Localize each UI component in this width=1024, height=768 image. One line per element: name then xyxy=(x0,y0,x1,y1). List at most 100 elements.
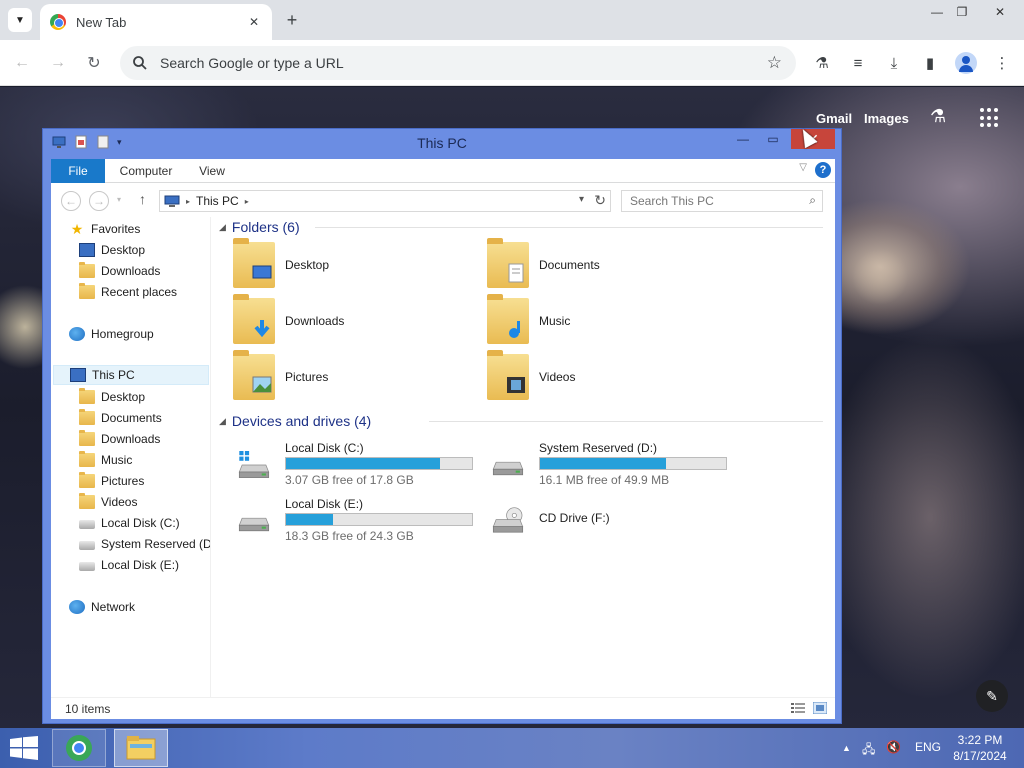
images-link[interactable]: Images xyxy=(864,111,909,126)
show-hidden-icons[interactable]: ▲ xyxy=(842,743,851,753)
network-tray-icon[interactable]: 🖧 xyxy=(862,740,875,761)
close-tab-button[interactable]: ✕ xyxy=(246,14,262,30)
download-icon[interactable]: ⤓ xyxy=(882,51,906,75)
search-icon xyxy=(133,56,147,70)
nav-pc-downloads[interactable]: Downloads xyxy=(79,429,160,449)
chrome-icon xyxy=(50,14,66,30)
labs-flask-icon[interactable]: ⚗ xyxy=(810,51,834,75)
folder-tile-downloads[interactable]: Downloads xyxy=(233,294,344,347)
nav-pc-pictures[interactable]: Pictures xyxy=(79,471,144,491)
nav-pc-music[interactable]: Music xyxy=(79,450,132,470)
media-queue-icon[interactable]: ≡ xyxy=(846,51,870,75)
gmail-link[interactable]: Gmail xyxy=(816,111,852,126)
omnibox[interactable]: Search Google or type a URL ☆ xyxy=(120,46,796,80)
close-window-button[interactable]: ✕ xyxy=(985,0,1015,24)
desktop-icon xyxy=(79,243,95,257)
customize-pencil-icon[interactable]: ✎ xyxy=(976,680,1008,712)
downloads-folder-icon xyxy=(79,262,95,278)
profile-avatar[interactable] xyxy=(955,52,977,74)
nav-pc-local-disk-c[interactable]: Local Disk (C:) xyxy=(79,513,180,533)
tab-new-tab[interactable]: New Tab ✕ xyxy=(40,4,272,40)
group-divider xyxy=(429,421,823,422)
taskbar-chrome[interactable] xyxy=(52,729,106,767)
large-icons-view-icon[interactable] xyxy=(813,702,827,714)
new-tab-button[interactable]: + xyxy=(280,8,304,32)
breadcrumb-separator-icon[interactable]: ▸ xyxy=(186,197,190,206)
address-bar[interactable]: ▸ This PC ▸ ▾ ↻ xyxy=(159,190,611,212)
folder-icon xyxy=(79,430,95,446)
nav-pc-videos[interactable]: Videos xyxy=(79,492,137,512)
desktop-folder-icon xyxy=(233,238,275,288)
details-view-icon[interactable] xyxy=(791,702,805,714)
forward-button[interactable]: → xyxy=(89,191,109,211)
start-button[interactable] xyxy=(10,736,38,760)
back-button[interactable]: ← xyxy=(61,191,81,211)
omnibox-placeholder: Search Google or type a URL xyxy=(160,55,344,71)
address-dropdown-icon[interactable]: ▾ xyxy=(579,194,584,205)
google-apps-icon[interactable] xyxy=(980,108,1000,128)
help-icon[interactable]: ? xyxy=(815,162,831,178)
tab-view[interactable]: View xyxy=(187,159,237,183)
side-panel-icon[interactable]: ▮ xyxy=(918,51,942,75)
recent-locations-icon[interactable]: ▾ xyxy=(117,195,121,204)
maximize-button[interactable]: ▭ xyxy=(759,129,787,149)
downloads-folder-icon xyxy=(233,294,275,344)
drive-tile-d[interactable]: System Reserved (D:) 16.1 MB free of 49.… xyxy=(485,441,745,491)
nav-favorites[interactable]: ★ Favorites xyxy=(69,219,141,239)
refresh-icon[interactable]: ↻ xyxy=(594,192,606,209)
folders-group-header[interactable]: ◢ Folders (6) xyxy=(219,217,300,237)
nav-pc-desktop[interactable]: Desktop xyxy=(79,387,145,407)
breadcrumb-separator-icon[interactable]: ▸ xyxy=(245,197,249,206)
tab-file[interactable]: File xyxy=(51,159,105,183)
clock-time: 3:22 PM xyxy=(957,733,1003,747)
taskbar-file-explorer[interactable] xyxy=(114,729,168,767)
nav-network[interactable]: Network xyxy=(69,597,135,617)
labs-flask-icon[interactable]: ⚗ xyxy=(930,106,946,127)
search-input[interactable]: Search This PC ⌕ xyxy=(621,190,823,212)
navigation-pane: ★ Favorites Desktop Downloads Recent plac… xyxy=(51,217,211,697)
breadcrumb-this-pc[interactable]: This PC xyxy=(196,194,239,208)
explorer-titlebar[interactable]: ▾ This PC — ▭ ✕ xyxy=(43,129,841,157)
tab-search-button[interactable]: ▼ xyxy=(8,8,32,32)
minimize-button[interactable]: — xyxy=(729,129,757,149)
ribbon: File Computer View ▽ ? xyxy=(51,159,835,183)
nav-this-pc[interactable]: This PC xyxy=(53,365,209,385)
chrome-tab-strip: ▼ New Tab ✕ + — ❐ ✕ xyxy=(0,0,1024,40)
taskbar: ▲ 🖧 🔇 ENG 3:22 PM 8/17/2024 xyxy=(0,728,1024,768)
folder-tile-documents[interactable]: Documents xyxy=(487,238,600,291)
collapse-icon: ◢ xyxy=(219,221,226,232)
clock[interactable]: 3:22 PM 8/17/2024 xyxy=(946,732,1014,764)
volume-muted-icon[interactable]: 🔇 xyxy=(886,740,901,754)
search-icon: ⌕ xyxy=(809,193,816,207)
folder-tile-pictures[interactable]: Pictures xyxy=(233,350,328,403)
chrome-icon xyxy=(66,735,92,761)
devices-group-header[interactable]: ◢ Devices and drives (4) xyxy=(219,411,371,431)
folder-tile-music[interactable]: Music xyxy=(487,294,570,347)
more-menu-icon[interactable]: ⋮ xyxy=(990,51,1014,75)
drive-tile-e[interactable]: Local Disk (E:) 18.3 GB free of 24.3 GB xyxy=(231,497,491,547)
this-pc-icon xyxy=(164,195,180,207)
folder-icon xyxy=(79,472,95,488)
folder-tile-videos[interactable]: Videos xyxy=(487,350,575,403)
restore-button[interactable]: ❐ xyxy=(947,0,977,24)
forward-button[interactable]: → xyxy=(46,51,70,75)
nav-pc-system-reserved-d[interactable]: System Reserved (D:) xyxy=(79,534,210,554)
up-button[interactable]: ↑ xyxy=(139,191,146,207)
tab-computer[interactable]: Computer xyxy=(113,159,179,183)
expand-ribbon-icon[interactable]: ▽ xyxy=(799,162,807,173)
nav-pc-documents[interactable]: Documents xyxy=(79,408,162,428)
folder-icon xyxy=(79,388,95,404)
nav-fav-downloads[interactable]: Downloads xyxy=(79,261,160,281)
drive-tile-f[interactable]: CD Drive (F:) xyxy=(485,497,745,547)
nav-homegroup[interactable]: Homegroup xyxy=(69,324,154,344)
back-button[interactable]: ← xyxy=(10,51,34,75)
nav-fav-desktop[interactable]: Desktop xyxy=(79,240,145,260)
nav-fav-recent[interactable]: Recent places xyxy=(79,282,177,302)
drive-tile-c[interactable]: Local Disk (C:) 3.07 GB free of 17.8 GB xyxy=(231,441,491,491)
folder-icon xyxy=(79,409,95,425)
reload-button[interactable]: ↻ xyxy=(82,51,106,75)
bookmark-star-icon[interactable]: ☆ xyxy=(767,53,782,73)
input-language[interactable]: ENG xyxy=(915,740,941,754)
nav-pc-local-disk-e[interactable]: Local Disk (E:) xyxy=(79,555,179,575)
folder-tile-desktop[interactable]: Desktop xyxy=(233,238,329,291)
